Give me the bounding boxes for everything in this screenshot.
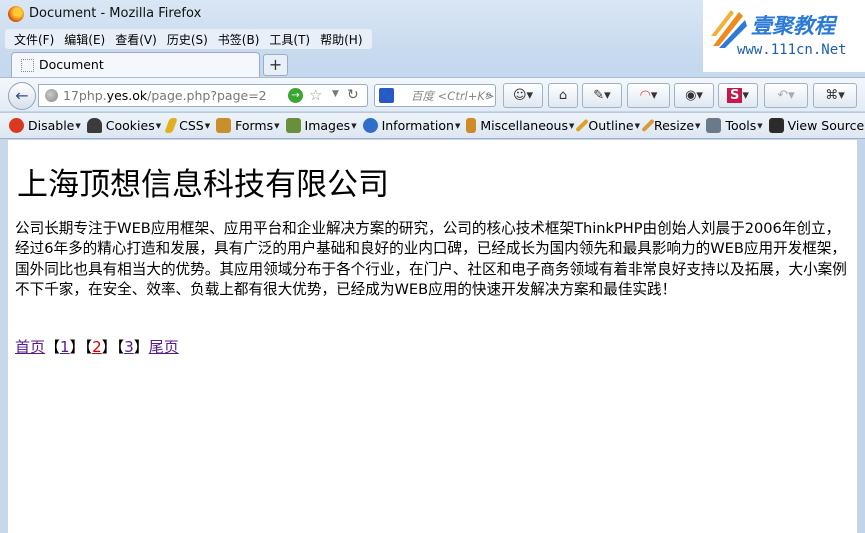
url-dropdown-icon[interactable]: ▼ [332,89,339,99]
crop-icon: ⌘▾ [825,88,845,103]
search-icon[interactable]: ⌕ [485,87,492,102]
page-link-current[interactable]: 2 [92,338,102,356]
caret-icon: ▼ [568,121,575,130]
dev-information[interactable]: Information ▼ [362,118,461,133]
menu-history[interactable]: 历史(S) [162,31,213,48]
home-button[interactable]: ⌂ [548,83,578,108]
undo-icon: ↶▾ [777,88,795,103]
caret-icon: ▼ [695,121,701,130]
back-button[interactable]: ← [8,82,36,110]
window-right-edge [857,140,865,533]
firefox-icon [8,6,24,22]
first-page-link[interactable]: 首页 [15,338,45,356]
globe-icon [45,89,58,102]
pagination: 首页【1】【2】【3】尾页 [15,338,179,356]
colorzilla-button[interactable]: ◠▾ [627,83,670,108]
tools-icon [706,118,722,133]
cookies-icon [86,118,102,133]
window-left-edge [0,140,8,533]
dev-resize[interactable]: Resize ▼ [641,118,701,133]
addon-button-1[interactable]: ☺▾ [503,83,543,108]
camera-icon: ◉▾ [685,88,703,103]
go-arrow-icon[interactable]: → [288,88,303,103]
view-source-icon [768,118,784,133]
images-icon [285,118,301,133]
home-icon: ⌂ [558,88,568,103]
caret-icon: ▼ [351,121,357,130]
dev-images[interactable]: Images ▼ [285,118,357,133]
dev-miscellaneous[interactable]: Miscellaneous ▼ [466,118,574,133]
web-developer-toolbar: Disable ▼ Cookies ▼ CSS ▼ Forms ▼ Images ▼ In… [0,112,865,139]
search-engine-icon[interactable]: 🐾 [379,88,394,103]
s-logo-icon: S [727,88,743,103]
menu-tools[interactable]: 工具(T) [264,31,315,48]
caret-icon: ▼ [75,121,81,130]
menu-help[interactable]: 帮助(H) [315,31,367,48]
reload-icon[interactable]: ↻ [347,87,359,103]
dev-forms[interactable]: Forms ▼ [216,118,280,133]
dev-tools[interactable]: Tools ▼ [706,118,763,133]
menu-file[interactable]: 文件(F) [9,31,59,48]
new-tab-button[interactable]: + [263,54,288,76]
dev-cookies[interactable]: Cookies ▼ [86,118,162,133]
window-title: Document - Mozilla Firefox [29,6,202,21]
menu-bar: 文件(F) 编辑(E) 查看(V) 历史(S) 书签(B) 工具(T) 帮助(H… [5,29,372,49]
search-box[interactable]: 🐾 百度 <Ctrl+K> ⌕ [374,84,496,107]
url-text[interactable]: 17php.yes.ok/page.php?page=2 [63,88,267,103]
tab-strip: Document + [0,50,865,77]
information-icon [362,118,378,133]
smiley-icon: ☺▾ [512,88,534,103]
caret-icon: ▼ [634,121,640,130]
logo-text: 壹聚教程 [751,13,835,38]
dev-outline[interactable]: Outline ▼ [575,118,640,133]
undo-close-button[interactable]: ↶▾ [764,83,808,108]
caret-icon: ▼ [204,121,211,130]
page-link-1[interactable]: 1 [60,338,70,356]
last-page-link[interactable]: 尾页 [149,338,179,356]
disable-icon [9,118,24,133]
page-link-3[interactable]: 3 [124,338,134,356]
tab-document[interactable]: Document [11,52,260,77]
css-icon [164,118,178,133]
page-icon [21,59,34,72]
crop-button[interactable]: ⌘▾ [813,83,857,108]
page-title: 上海顶想信息科技有限公司 [17,167,389,203]
outline-icon [575,118,590,133]
caret-icon: ▼ [155,121,162,130]
browser-chrome: Document - Mozilla Firefox 壹聚教程 www.111c… [0,0,865,140]
caret-icon: ▼ [757,121,763,130]
company-intro: 公司长期专注于WEB应用框架、应用平台和企业解决方案的研究，公司的核心技术框架T… [15,220,847,298]
search-input[interactable]: 百度 <Ctrl+K> [411,88,495,104]
rainbow-icon: ◠ [639,88,651,103]
caret-icon: ▼ [454,121,461,130]
gesture-icon: ✎▾ [593,88,611,103]
url-bar[interactable]: 17php.yes.ok/page.php?page=2 → ☆ ▼ ↻ [38,84,368,107]
miscellaneous-icon [466,118,477,133]
tab-label: Document [39,57,104,72]
caret-icon: ▼ [274,121,280,130]
page-content: 上海顶想信息科技有限公司 公司长期专注于WEB应用框架、应用平台和企业解决方案的… [8,140,856,533]
menu-bookmarks[interactable]: 书签(B) [213,31,265,48]
back-arrow-icon: ← [15,86,29,105]
dev-css[interactable]: CSS ▼ [164,118,211,133]
bookmark-star-icon[interactable]: ☆ [309,86,322,104]
forms-icon [216,118,232,133]
dev-disable[interactable]: Disable ▼ [9,118,81,133]
dev-view-source[interactable]: View Source [768,118,864,133]
addon-s-button[interactable]: S ▾ [718,83,758,108]
addon-button-2[interactable]: ✎▾ [582,83,622,108]
menu-view[interactable]: 查看(V) [110,31,162,48]
resize-icon [641,118,655,133]
screenshot-button[interactable]: ◉▾ [674,83,714,108]
menu-edit[interactable]: 编辑(E) [59,31,110,48]
navigation-bar: ← 17php.yes.ok/page.php?page=2 → ☆ ▼ ↻ 🐾… [0,77,865,111]
